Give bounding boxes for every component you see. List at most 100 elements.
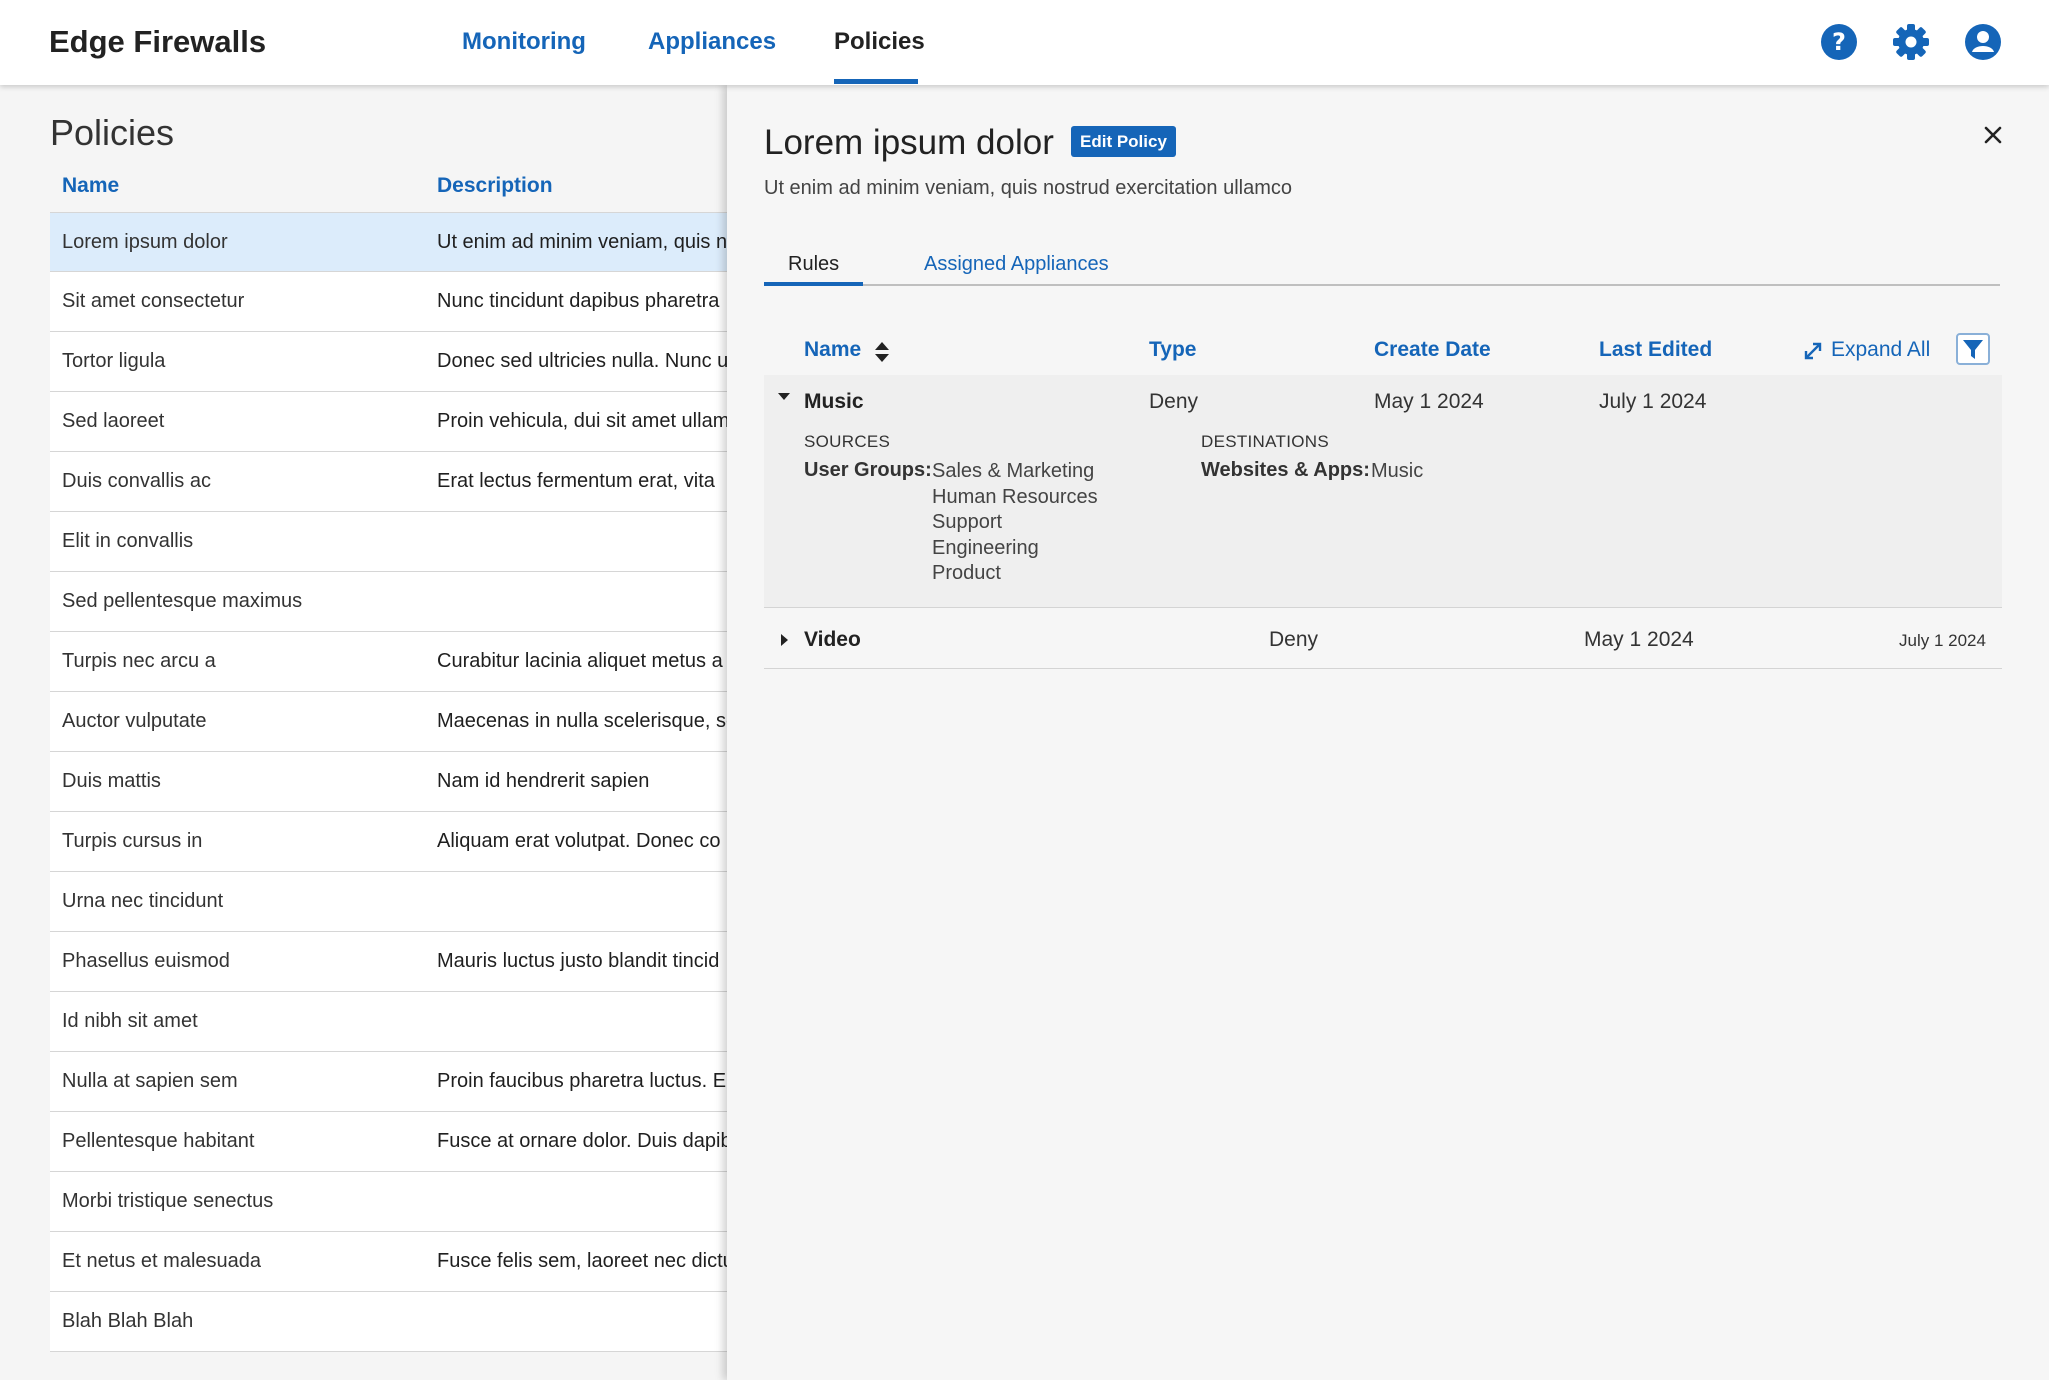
table-row[interactable]: Lorem ipsum dolor Ut enim ad minim veniam… [50,212,727,272]
policy-name: Lorem ipsum dolor [62,231,228,253]
table-row[interactable]: Sed laoreet Proin vehicula, dui sit amet … [50,392,727,452]
rule-type: Deny [1149,390,1199,413]
gear-icon[interactable] [1892,23,1930,61]
policy-description: Maecenas in nulla scelerisque, se [437,710,727,732]
sort-icon[interactable] [873,340,891,364]
rule-name[interactable]: Music [804,390,864,414]
rule-type: Deny [1269,628,1319,651]
expand-all-button[interactable]: Expand All [1831,338,1930,362]
table-row[interactable]: Turpis cursus in Aliquam erat volutpat. D… [50,812,727,872]
policy-description: Donec sed ultricies nulla. Nunc u [437,350,727,372]
policy-description: Fusce at ornare dolor. Duis dapib [437,1130,727,1152]
table-row[interactable]: Id nibh sit amet [50,992,727,1052]
policy-name: Duis convallis ac [62,470,211,492]
destinations-label: DESTINATIONS [1201,432,1329,451]
policy-description: Proin vehicula, dui sit amet ullam [437,410,727,432]
policy-name: Sed laoreet [62,410,165,432]
policy-description: Ut enim ad minim veniam, quis n [437,231,727,253]
table-row[interactable]: Nulla at sapien sem Proin faucibus pharet… [50,1052,727,1112]
table-row[interactable]: Duis convallis ac Erat lectus fermentum e… [50,452,727,512]
policy-name: Sed pellentesque maximus [62,590,303,612]
policy-name: Urna nec tincidunt [62,890,224,912]
user-group-item: Product [932,562,1001,584]
filter-icon [1963,340,1983,359]
policy-description: Erat lectus fermentum erat, vita [437,470,715,492]
policy-description: Nam id hendrerit sapien [437,770,650,792]
table-row[interactable]: Sed pellentesque maximus [50,572,727,632]
user-group-item: Human Resources [932,485,1098,508]
table-row[interactable]: Urna nec tincidunt [50,872,727,932]
table-row[interactable]: Elit in convallis [50,512,727,572]
rules-header-name[interactable]: Name [804,338,861,362]
rules-header-last-edited[interactable]: Last Edited [1599,338,1712,362]
destination-item: Music [1371,460,1424,482]
rule-create-date: May 1 2024 [1584,628,1694,651]
help-icon[interactable]: ? [1820,23,1858,61]
user-icon[interactable] [1964,23,2002,61]
user-group-item: Engineering [932,536,1039,559]
policy-name: Blah Blah Blah [62,1310,194,1332]
column-header-name[interactable]: Name [62,174,119,198]
rules-header-create-date[interactable]: Create Date [1374,338,1491,362]
table-row[interactable]: Tortor ligula Donec sed ultricies nulla. … [50,332,727,392]
rules-header-type[interactable]: Type [1149,338,1196,362]
policy-name: Duis mattis [62,770,161,792]
policy-name: Id nibh sit amet [62,1010,198,1032]
nav-monitoring[interactable]: Monitoring [462,28,586,56]
table-row[interactable]: Et netus et malesuada Fusce felis sem, la… [50,1232,727,1292]
policy-name: Nulla at sapien sem [62,1070,238,1092]
policy-name: Pellentesque habitant [62,1130,255,1152]
page-title: Policies [50,112,175,153]
policy-description: Mauris luctus justo blandit tincid [437,950,720,972]
detail-tabs: Rules Assigned Appliances [764,245,2000,286]
policy-name: Tortor ligula [62,350,166,372]
table-row[interactable]: Blah Blah Blah [50,1292,727,1352]
policy-description: Fusce felis sem, laoreet nec dictu [437,1250,727,1272]
nav-appliances[interactable]: Appliances [648,28,776,56]
table-row[interactable]: Morbi tristique senectus [50,1172,727,1232]
policy-name: Turpis cursus in [62,830,203,852]
user-group-item: Support [932,511,1003,533]
edit-policy-button[interactable]: Edit Policy [1071,126,1176,157]
table-row[interactable]: Auctor vulputate Maecenas in nulla sceler… [50,692,727,752]
filter-button[interactable] [1956,333,1990,365]
expand-icon [1804,342,1822,360]
table-row[interactable]: Pellentesque habitant Fusce at ornare dol… [50,1112,727,1172]
table-row[interactable]: Sit amet consectetur Nunc tincidunt dapib… [50,272,727,332]
caret-right-icon[interactable] [775,631,793,649]
detail-title: Lorem ipsum dolor [764,123,1054,162]
rule-create-date: May 1 2024 [1374,390,1484,413]
policy-name: Turpis nec arcu a [62,650,216,672]
caret-down-icon[interactable] [775,387,793,405]
rule-divider [764,668,2002,669]
tab-rules[interactable]: Rules [788,253,839,276]
user-groups-list: Sales & Marketing Human Resources Suppor… [932,459,1098,587]
policy-detail-panel: Lorem ipsum dolor Edit Policy Ut enim ad… [727,85,2049,1380]
rule-name[interactable]: Video [804,628,861,652]
policy-name: Morbi tristique senectus [62,1190,274,1212]
policy-name: Et netus et malesuada [62,1250,262,1272]
policy-description: Nunc tincidunt dapibus pharetra [437,290,720,312]
tab-assigned-appliances[interactable]: Assigned Appliances [924,253,1109,276]
column-header-description[interactable]: Description [437,174,553,198]
websites-apps-list: Music [1371,459,1423,485]
policy-name: Phasellus euismod [62,950,230,972]
nav-policies[interactable]: Policies [834,28,925,56]
policies-list-section: Policies Name Description Lorem ipsum do… [0,85,727,1380]
close-icon[interactable] [1977,119,2009,151]
user-group-item: Sales & Marketing [932,460,1095,482]
table-row[interactable]: Duis mattis Nam id hendrerit sapien [50,752,727,812]
nav-active-indicator [834,79,918,84]
sources-label: SOURCES [804,432,891,451]
rule-divider [764,607,2002,608]
policy-name: Elit in convallis [62,530,194,552]
table-row[interactable]: Turpis nec arcu a Curabitur lacinia aliqu… [50,632,727,692]
top-navigation-bar: Edge Firewalls Monitoring Appliances Pol… [0,0,2049,85]
websites-apps-key: Websites & Apps: [1201,459,1370,481]
table-row[interactable]: Phasellus euismod Mauris luctus justo bla… [50,932,727,992]
tab-active-indicator [764,282,863,286]
policies-table: Lorem ipsum dolor Ut enim ad minim veniam… [50,212,727,1352]
policy-name: Sit amet consectetur [62,290,245,312]
policy-description: Curabitur lacinia aliquet metus a [437,650,723,672]
user-groups-key: User Groups: [804,459,932,481]
